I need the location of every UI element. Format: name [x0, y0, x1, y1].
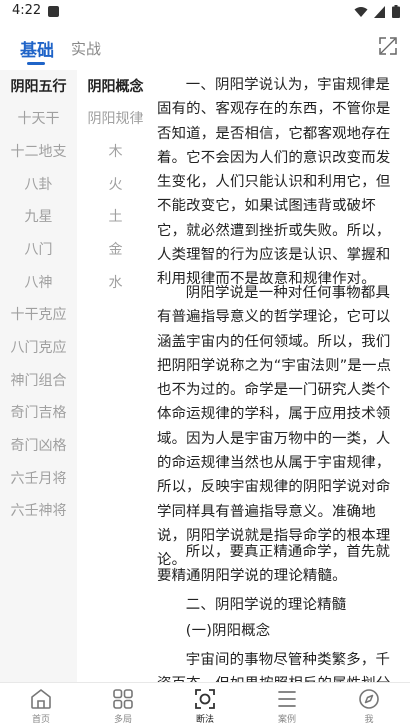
article-paragraph: 一、阴阳学说认为，宇宙规律是固有的、客观存在的东西，不管你是否知道，是否相信，它…	[157, 77, 391, 288]
category-item[interactable]: 十二地支	[0, 141, 77, 161]
category-item[interactable]: 奇门吉格	[0, 402, 77, 422]
home-icon	[31, 689, 51, 709]
status-icons	[354, 5, 400, 18]
subcategory-item[interactable]: 土	[77, 206, 154, 226]
status-bar: 4:22	[0, 0, 410, 24]
subcategory-item[interactable]: 阴阳概念	[77, 76, 154, 96]
nav-label: 我	[364, 715, 374, 725]
article-paragraph: 所以，要真正精通命学，首先就要精通阴阳学说的理论精髓。	[157, 544, 391, 585]
subcategory-item[interactable]: 木	[77, 141, 154, 161]
category-item[interactable]: 六壬神将	[0, 500, 77, 520]
nav-home[interactable]: 首页	[0, 686, 82, 728]
category-item[interactable]: 奇门凶格	[0, 435, 77, 455]
category-item[interactable]: 六壬月将	[0, 468, 77, 488]
active-tab-indicator	[27, 62, 45, 65]
article-content[interactable]: 一、阴阳学说认为，宇宙规律是固有的、客观存在的东西，不管你是否知道，是否相信，它…	[157, 70, 404, 682]
status-time: 4:22	[12, 3, 42, 18]
nav-cases[interactable]: 案例	[246, 686, 328, 728]
subcategory-item[interactable]: 金	[77, 239, 154, 259]
category-item[interactable]: 神门组合	[0, 370, 77, 390]
bottom-nav: 首页 多局 断法 案例 我	[0, 682, 410, 728]
category-item[interactable]: 阴阳五行	[0, 76, 77, 96]
article-paragraph: 阴阳学说是一种对任何事物都具有普遍指导意义的哲学理论，它可以涵盖宇宙内的任何领域…	[157, 285, 392, 569]
top-tab-bar: 基础 实战	[0, 24, 410, 70]
category-item[interactable]: 八卦	[0, 174, 77, 194]
signal-icon	[374, 5, 385, 18]
list-icon	[278, 691, 296, 707]
category-item[interactable]: 九星	[0, 206, 77, 226]
tab-practice[interactable]: 实战	[71, 38, 101, 59]
nav-label: 首页	[31, 715, 50, 725]
nav-me[interactable]: 我	[328, 686, 410, 728]
battery-icon	[392, 5, 400, 18]
nav-label: 案例	[277, 715, 296, 725]
category-list: 阴阳五行 十天干 十二地支 八卦 九星 八门 八神 十干克应 八门克应 神门组合…	[0, 70, 77, 682]
scan-icon	[195, 689, 215, 709]
grid-icon	[113, 689, 133, 709]
subcategory-item[interactable]: 水	[77, 272, 154, 292]
nav-multi[interactable]: 多局	[82, 686, 164, 728]
article-subheading: (一)阴阳概念	[185, 623, 271, 639]
category-item[interactable]: 十干克应	[0, 304, 77, 324]
tab-basics[interactable]: 基础	[20, 36, 54, 61]
wifi-icon	[354, 6, 368, 17]
subcategory-item[interactable]: 火	[77, 174, 154, 194]
category-item[interactable]: 八门	[0, 239, 77, 259]
subcategory-list: 阴阳概念 阴阳规律 木 火 土 金 水	[77, 70, 154, 682]
subcategory-item[interactable]: 阴阳规律	[77, 108, 154, 128]
category-item[interactable]: 十天干	[0, 108, 77, 128]
category-item[interactable]: 八神	[0, 272, 77, 292]
article-paragraph: 宇宙间的事物尽管种类繁多，千姿百态，但如果按照相反的属性划分	[157, 652, 391, 682]
nav-label: 断法	[195, 715, 214, 725]
compass-icon	[359, 689, 379, 709]
nav-label: 多局	[113, 715, 132, 725]
nav-method[interactable]: 断法	[164, 686, 246, 728]
expand-icon[interactable]	[378, 36, 398, 56]
notification-icon	[48, 6, 59, 17]
category-item[interactable]: 八门克应	[0, 337, 77, 357]
article-heading: 二、阴阳学说的理论精髓	[185, 597, 347, 613]
